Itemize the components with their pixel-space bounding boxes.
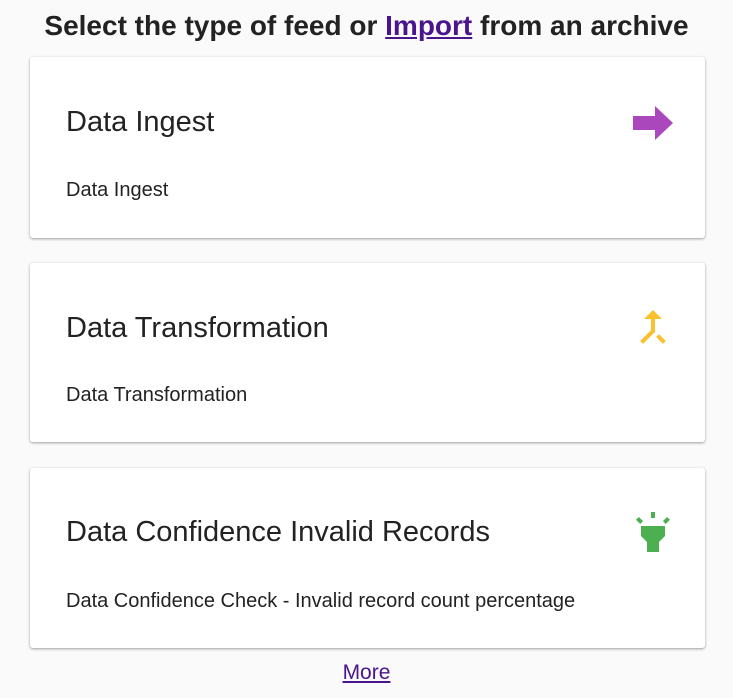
card-title: Data Confidence Invalid Records bbox=[66, 516, 490, 548]
card-title: Data Ingest bbox=[66, 106, 215, 138]
feed-card-data-ingest[interactable]: Data Ingest Data Ingest bbox=[30, 57, 705, 238]
feed-card-data-confidence[interactable]: Data Confidence Invalid Records Data Con… bbox=[30, 468, 705, 648]
card-description: Data Confidence Check - Invalid record c… bbox=[66, 590, 576, 612]
import-link[interactable]: Import bbox=[385, 10, 472, 41]
page-title: Select the type of feed or Import from a… bbox=[0, 8, 733, 44]
more-link-container: More bbox=[0, 660, 733, 686]
title-suffix: from an archive bbox=[480, 10, 689, 41]
card-description: Data Transformation bbox=[66, 384, 248, 406]
card-description: Data Ingest bbox=[66, 179, 169, 201]
arrow-right-icon bbox=[629, 99, 677, 147]
card-title: Data Transformation bbox=[66, 312, 329, 344]
feed-type-selector: Select the type of feed or Import from a… bbox=[0, 0, 733, 698]
title-prefix: Select the type of feed or bbox=[44, 10, 378, 41]
more-link[interactable]: More bbox=[343, 661, 391, 684]
feed-card-data-transformation[interactable]: Data Transformation Data Transformation bbox=[30, 263, 705, 442]
merge-icon bbox=[629, 303, 677, 351]
highlight-icon bbox=[629, 508, 677, 556]
